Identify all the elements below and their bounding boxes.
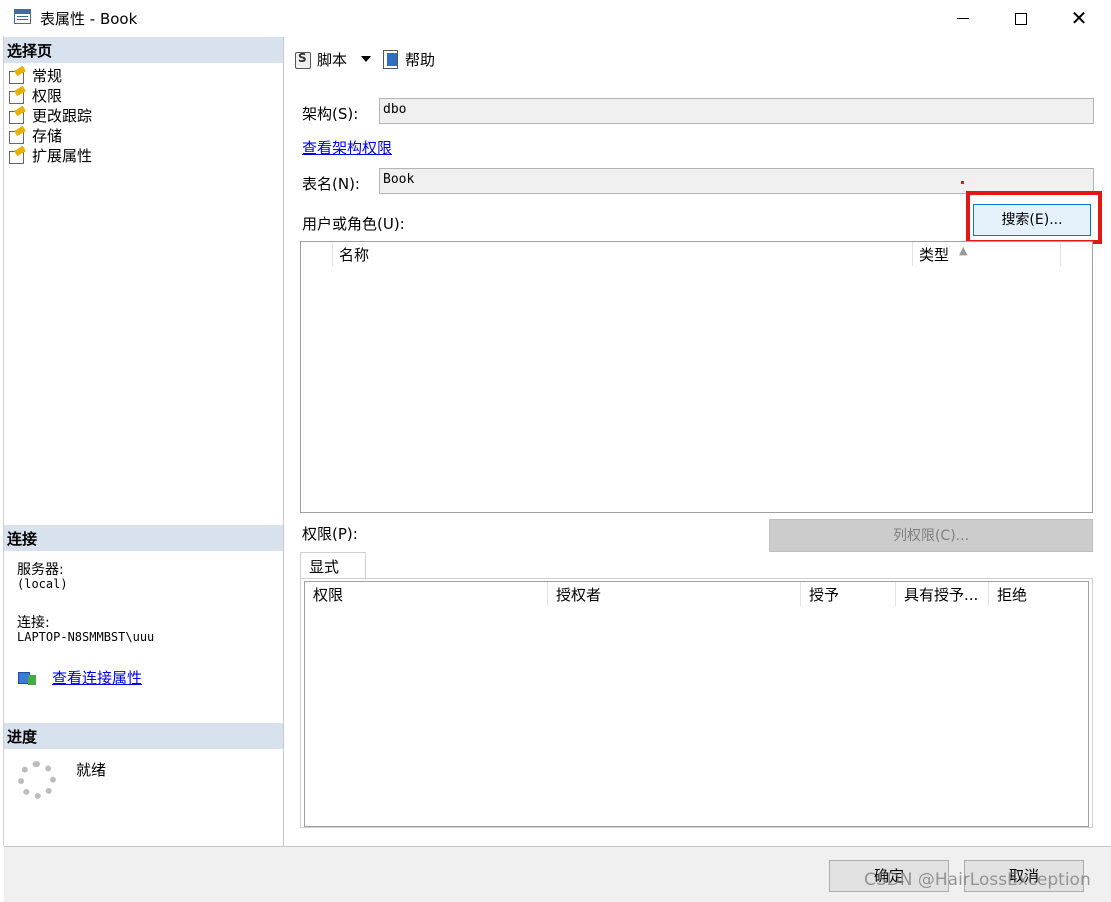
- help-label: 帮助: [405, 50, 436, 69]
- nav-item-storage[interactable]: 存储: [8, 125, 92, 145]
- schema-label: 架构(S):: [302, 105, 359, 123]
- column-header-permission[interactable]: 权限: [305, 582, 548, 606]
- script-label: 脚本: [317, 50, 348, 69]
- tab-explicit[interactable]: 显式: [300, 552, 366, 580]
- nav-item-extended-properties[interactable]: 扩展属性: [8, 145, 92, 165]
- page-icon: [8, 67, 26, 84]
- nav-item-general[interactable]: 常规: [8, 65, 92, 85]
- column-header-deny[interactable]: 拒绝: [989, 582, 1085, 606]
- left-pane: 选择页 常规 权限 更改跟踪 存储 扩展属性 连接 服务器: (local) 连…: [4, 37, 284, 846]
- title-bar: 表属性 - Book ✕: [0, 0, 1111, 36]
- main-pane: 脚本 帮助 架构(S): dbo 查看架构权限 表名(N): Book 用户或角…: [285, 37, 1107, 846]
- connection-label: 连接:: [17, 615, 50, 631]
- users-or-roles-label: 用户或角色(U):: [302, 215, 405, 233]
- window-title: 表属性 - Book: [40, 10, 138, 28]
- server-info: 服务器: (local): [17, 563, 68, 591]
- nav-item-change-tracking[interactable]: 更改跟踪: [8, 105, 92, 125]
- progress-spinner-icon: [18, 761, 56, 799]
- users-grid[interactable]: 名称 类型 ▲: [300, 241, 1093, 513]
- schema-field: dbo: [379, 98, 1094, 124]
- users-grid-header: 名称 类型 ▲: [301, 242, 1092, 266]
- annotation-dot: [961, 181, 964, 184]
- nav-item-permissions[interactable]: 权限: [8, 85, 92, 105]
- column-header-name[interactable]: 名称: [333, 242, 913, 266]
- connection-info: 连接: LAPTOP-N8SMMBST\uuu: [17, 616, 154, 644]
- view-connection-properties: 查看连接属性: [16, 667, 142, 688]
- progress-status: 就绪: [76, 761, 107, 779]
- toolbar: 脚本 帮助: [285, 37, 1107, 81]
- table-icon: [14, 9, 31, 24]
- nav-item-label: 权限: [32, 86, 63, 105]
- column-header-type[interactable]: 类型 ▲: [913, 242, 1061, 266]
- nav-item-label: 存储: [32, 126, 63, 145]
- sort-ascending-icon: ▲: [959, 244, 968, 257]
- column-permissions-button[interactable]: 列权限(C)...: [769, 519, 1093, 552]
- server-label: 服务器:: [17, 562, 64, 578]
- page-icon: [8, 147, 26, 164]
- script-icon: [293, 50, 313, 69]
- permissions-grid-header: 权限 授权者 授予 具有授予... 拒绝: [305, 582, 1088, 606]
- column-header-grant[interactable]: 授予: [801, 582, 896, 606]
- server-value: (local): [17, 577, 68, 591]
- page-icon: [8, 127, 26, 144]
- nav-item-label: 更改跟踪: [32, 106, 93, 125]
- permissions-grid[interactable]: 权限 授权者 授予 具有授予... 拒绝: [304, 581, 1089, 827]
- view-schema-permissions-link[interactable]: 查看架构权限: [302, 137, 392, 158]
- maximize-icon: [1015, 12, 1027, 25]
- watermark: CSDN @HairLossException: [864, 870, 1091, 890]
- permissions-label: 权限(P):: [302, 525, 358, 543]
- nav-item-label: 扩展属性: [32, 146, 93, 165]
- table-name-label: 表名(N):: [302, 175, 360, 193]
- help-button[interactable]: 帮助: [381, 49, 435, 70]
- column-header-label: 名称: [339, 246, 370, 264]
- close-button[interactable]: ✕: [1050, 0, 1108, 36]
- column-header-label: 类型: [919, 246, 950, 264]
- connection-value: LAPTOP-N8SMMBST\uuu: [17, 630, 155, 644]
- connection-properties-icon: [16, 670, 38, 686]
- nav-item-label: 常规: [32, 66, 63, 85]
- minimize-icon: [957, 18, 969, 19]
- column-header-with-grant[interactable]: 具有授予...: [896, 582, 989, 606]
- view-connection-properties-link[interactable]: 查看连接属性: [52, 667, 142, 688]
- page-icon: [8, 107, 26, 124]
- row-selector-header: [301, 242, 333, 266]
- script-button[interactable]: 脚本: [293, 49, 347, 70]
- column-header-grantor[interactable]: 授权者: [548, 582, 801, 606]
- help-icon: [381, 49, 401, 69]
- page-icon: [8, 87, 26, 104]
- page-nav-list: 常规 权限 更改跟踪 存储 扩展属性: [8, 65, 92, 165]
- close-icon: ✕: [1070, 6, 1088, 30]
- chevron-down-icon[interactable]: [361, 56, 372, 62]
- progress-header: 进度: [4, 723, 283, 749]
- minimize-button[interactable]: [934, 0, 992, 36]
- connection-header: 连接: [4, 525, 283, 551]
- select-page-header: 选择页: [4, 37, 283, 63]
- highlight-box: [966, 191, 1102, 244]
- maximize-button[interactable]: [992, 0, 1050, 36]
- permissions-panel: 权限 授权者 授予 具有授予... 拒绝: [300, 578, 1093, 828]
